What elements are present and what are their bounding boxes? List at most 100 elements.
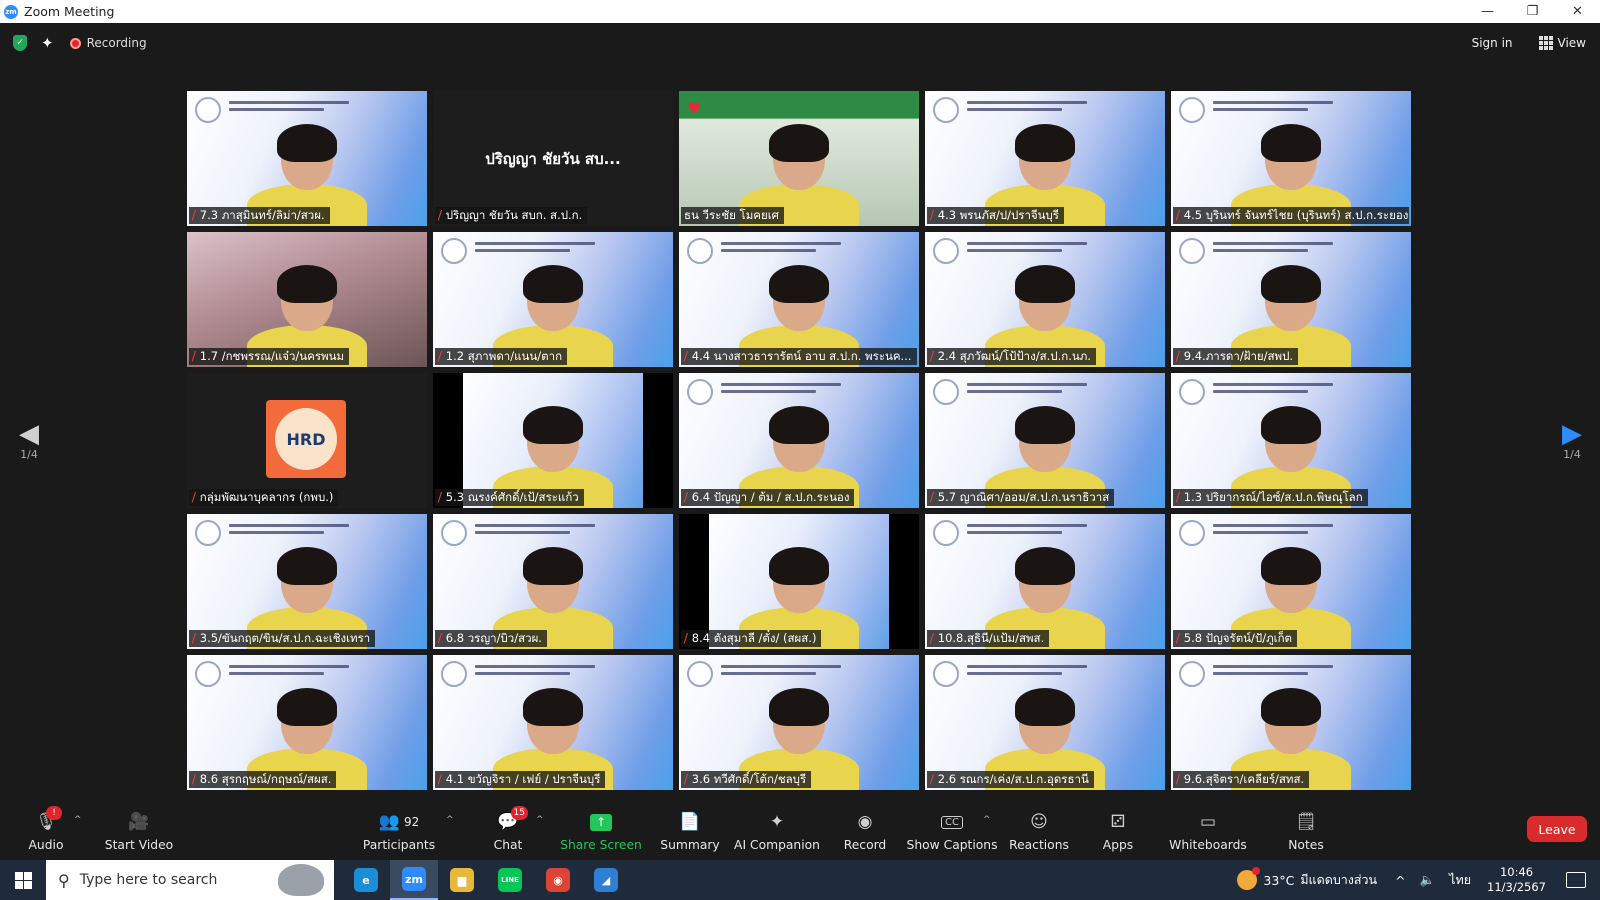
share-screen-button[interactable]: ↑ Share Screen: [560, 803, 642, 859]
close-button[interactable]: ✕: [1555, 0, 1600, 23]
taskbar-app-chrome[interactable]: ◉: [534, 860, 582, 900]
audio-button[interactable]: 🎙! Audio: [26, 803, 66, 859]
video-tile[interactable]: ⧸ 1.7 /กชพรรณ/แจ๋ว/นครพนม: [187, 232, 427, 367]
reactions-button[interactable]: ☺ Reactions: [1009, 803, 1069, 859]
sign-in-link[interactable]: Sign in: [1472, 36, 1513, 50]
ai-companion-label: AI Companion: [734, 838, 820, 852]
video-tile[interactable]: ⧸ 7.3 ภาสุมินทร์/ลิม่า/สวผ.: [187, 91, 427, 226]
video-tile[interactable]: ⧸ 5.8 ปัญจรัตน์/ปั/ภูเก็ต: [1171, 514, 1411, 649]
weather-icon[interactable]: [1237, 867, 1261, 890]
taskbar-app-zoom[interactable]: zm: [390, 860, 438, 900]
video-tile[interactable]: ⧸ 5.3 ณรงค์ศักดิ์/เป้/สระแก้ว: [433, 373, 673, 508]
encryption-shield-icon[interactable]: ✓: [13, 35, 27, 51]
participants-button[interactable]: 👥 92 Participants: [363, 803, 435, 859]
banner-text-line: [475, 665, 595, 668]
view-button[interactable]: View: [1538, 35, 1586, 51]
chat-label: Chat: [493, 838, 523, 852]
banner-text-line: [721, 665, 841, 668]
chat-icon: 💬 15: [494, 806, 528, 834]
video-tile[interactable]: ⧸ 4.5 บุรินทร์ จันทร์ไชย (บุรินทร์) ส.ป.ก…: [1171, 91, 1411, 226]
banner-text-line: [967, 524, 1087, 527]
video-tile[interactable]: ⧸ 1.3 ปริยากรณ์/ไอซ์/ส.ป.ก.พิษณุโลก: [1171, 373, 1411, 508]
participant-center-name: ปริญญา ชัยวัน สบ...: [485, 150, 621, 168]
banner-text-line: [475, 531, 570, 534]
taskbar-apps: e zm ▆ LINE ◉ ◢: [342, 860, 630, 900]
banner-text-line: [475, 672, 570, 675]
record-button[interactable]: ◉ Record: [842, 803, 888, 859]
ai-sparkle-icon[interactable]: ✦: [41, 34, 54, 52]
tray-chevron-icon[interactable]: ^: [1395, 873, 1405, 888]
participants-options-caret-icon[interactable]: ^: [446, 815, 454, 825]
chat-button[interactable]: 💬 15 Chat: [486, 803, 530, 859]
banner-text-line: [229, 108, 324, 111]
notes-icon: 🗒: [1295, 812, 1317, 832]
muted-mic-icon: ⧸: [438, 772, 442, 786]
leave-button[interactable]: Leave: [1527, 816, 1587, 842]
windows-taskbar: ⚲ Type here to search e zm ▆ LINE ◉ ◢ 33°C มี…: [0, 860, 1600, 900]
grid-view-icon: [1538, 36, 1553, 51]
show-captions-label: Show Captions: [906, 838, 998, 852]
video-tile[interactable]: ⧸ 9.6.สุจิตรา/เคลียร์/สทส.: [1171, 655, 1411, 790]
input-language[interactable]: ไทย: [1449, 870, 1471, 890]
banner-text-line: [721, 672, 816, 675]
recording-label[interactable]: Recording: [87, 36, 147, 50]
restore-button[interactable]: ❐: [1510, 0, 1555, 23]
video-tile[interactable]: ⧸ 6.8 วรญา/บิว/สวผ.: [433, 514, 673, 649]
taskbar-app-explorer[interactable]: ▆: [438, 860, 486, 900]
video-tile[interactable]: ⧸ 8.6 สุรกฤษณ์/กฤษณ์/สผส.: [187, 655, 427, 790]
video-tile[interactable]: ⧸ 3.5/ขันกฤต/ขิน/ส.ป.ก.ฉะเชิงเทรา: [187, 514, 427, 649]
clock[interactable]: 10:46 11/3/2567: [1487, 865, 1546, 895]
taskbar-search[interactable]: ⚲ Type here to search: [46, 860, 334, 900]
org-seal-icon: [933, 661, 959, 687]
video-tile[interactable]: ⧸ 8.4 ตังสุมาลี /ตั๋ง/ (สผส.): [679, 514, 919, 649]
previous-page-button[interactable]: ◀ 1/4: [14, 420, 44, 461]
video-tile[interactable]: ⧸ 3.6 ทวีศักดิ์/โต้ก/ชลบุรี: [679, 655, 919, 790]
weather-description[interactable]: มีแดดบางส่วน: [1300, 870, 1377, 890]
participant-nameplate: ⧸ 2.6 รณกร/เค่ง/ส.ป.ก.อุดรธานี: [927, 771, 1094, 788]
video-tile[interactable]: ⧸ 4.1 ขวัญจิรา / เฟย์ / ปราจีนบุรี: [433, 655, 673, 790]
org-seal-icon: [1179, 97, 1205, 123]
view-label: View: [1557, 35, 1586, 50]
taskbar-app-photos[interactable]: ◢: [582, 860, 630, 900]
summary-button[interactable]: 📄 Summary: [660, 803, 719, 859]
captions-options-caret-icon[interactable]: ^: [983, 815, 991, 825]
show-captions-button[interactable]: CC Show Captions: [907, 803, 998, 859]
start-button[interactable]: [0, 860, 46, 900]
arrow-left-icon: ◀: [19, 419, 39, 449]
taskbar-app-line[interactable]: LINE: [486, 860, 534, 900]
chat-options-caret-icon[interactable]: ^: [536, 815, 544, 825]
video-tile[interactable]: HRD ⧸ กลุ่มพัฒนาบุคลากร (กพบ.): [187, 373, 427, 508]
volume-icon[interactable]: 🔈: [1420, 872, 1436, 888]
banner-text-line: [967, 249, 1062, 252]
clock-date: 11/3/2567: [1487, 880, 1546, 894]
video-tile[interactable]: ปริญญา ชัยวัน สบ... ⧸ ปริญญา ชัยวัน สบก. ส…: [433, 91, 673, 226]
video-tile[interactable]: ⧸ 10.8.สุธินี/แป้ม/สพส.: [925, 514, 1165, 649]
next-page-button[interactable]: ▶ 1/4: [1557, 420, 1587, 461]
banner-text-line: [229, 665, 349, 668]
weather-temp[interactable]: 33°C: [1263, 873, 1294, 888]
video-tile[interactable]: ⧸ 2.6 รณกร/เค่ง/ส.ป.ก.อุดรธานี: [925, 655, 1165, 790]
video-tile[interactable]: ⧸ 4.4 นางสาวธารารัตน์ อาบ ส.ป.ก. พระนค...: [679, 232, 919, 367]
start-video-button[interactable]: 🎥 Start Video: [104, 803, 174, 859]
video-tile[interactable]: ♥ ธน วีระชัย โมคยเศ: [679, 91, 919, 226]
participant-nameplate: ธน วีระชัย โมคยเศ: [681, 207, 784, 224]
muted-mic-icon: ⧸: [192, 349, 196, 363]
line-icon: LINE: [498, 868, 522, 892]
video-tile[interactable]: ⧸ 6.4 ปัญญา / ต้ม / ส.ป.ก.ระนอง: [679, 373, 919, 508]
video-tile[interactable]: ⧸ 5.7 ญาณิศา/ออม/ส.ป.ก.นราธิวาส: [925, 373, 1165, 508]
windows-logo-icon: [14, 871, 32, 889]
notifications-icon[interactable]: [1566, 872, 1586, 888]
taskbar-app-edge[interactable]: e: [342, 860, 390, 900]
ai-companion-button[interactable]: ✦ AI Companion: [734, 803, 820, 859]
audio-options-caret-icon[interactable]: ^: [74, 815, 82, 825]
apps-button[interactable]: ⚂ Apps: [1098, 803, 1138, 859]
participant-name: ปริญญา ชัยวัน สบก. ส.ป.ก.: [445, 207, 583, 222]
video-tile[interactable]: ⧸ 9.4.ภารดา/ฝ้าย/สพป.: [1171, 232, 1411, 367]
video-tile[interactable]: ⧸ 1.2 สุภาพดา/แนน/ตาก: [433, 232, 673, 367]
video-tile[interactable]: ⧸ 4.3 พรนภัส/ป/ปราจีนบุรี: [925, 91, 1165, 226]
video-tile[interactable]: ⧸ 2.4 สุภวัฒน์/โป้ป้าง/ส.ป.ก.นภ.: [925, 232, 1165, 367]
minimize-button[interactable]: —: [1465, 0, 1510, 23]
notes-button[interactable]: 🗒 Notes: [1284, 803, 1328, 859]
whiteboards-button[interactable]: ▭ Whiteboards: [1169, 803, 1247, 859]
participant-name: 10.8.สุธินี/แป้ม/สพส.: [937, 630, 1045, 645]
